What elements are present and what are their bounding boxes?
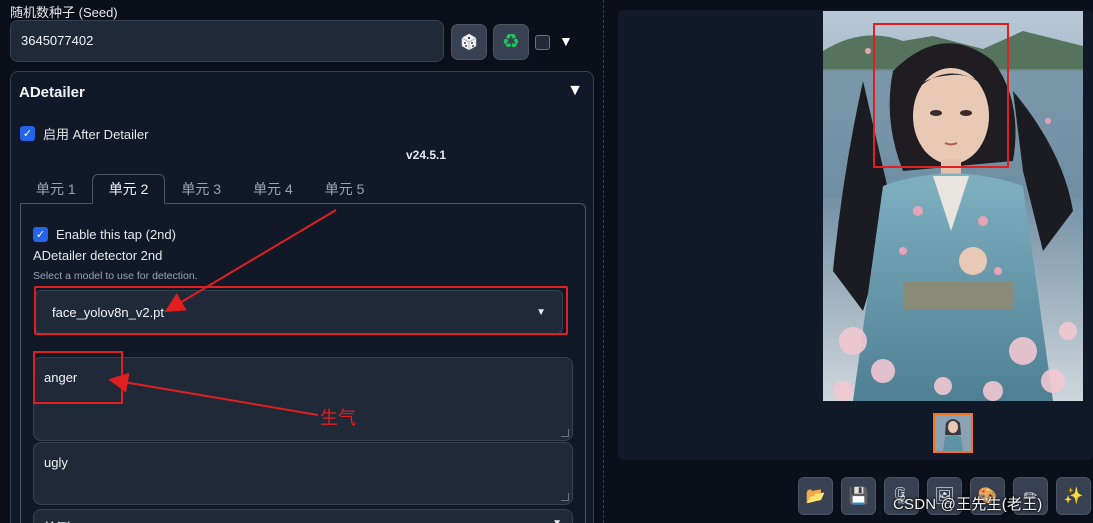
tab-unit-5[interactable]: 单元 5 <box>309 174 381 204</box>
open-folder-button[interactable]: 📂 <box>798 477 833 515</box>
seed-input[interactable]: 3645077402 <box>10 20 444 62</box>
generated-image[interactable] <box>823 11 1083 401</box>
prompt-textarea[interactable]: anger <box>33 357 573 441</box>
detector-label: ADetailer detector 2nd <box>33 248 163 263</box>
output-panel: 📂 💾 🗜 🖼 🎨 ✏ ✨ <box>608 0 1093 523</box>
folder-icon: 📂 <box>805 488 826 505</box>
enable-tap-label: Enable this tap (2nd) <box>56 227 176 242</box>
recycle-icon: ♻ <box>502 31 520 53</box>
watermark: CSDN @王先生(老王) <box>893 496 1043 513</box>
negative-prompt-textarea[interactable]: ugly <box>33 442 573 505</box>
sparkle-icon: ✨ <box>1063 488 1084 505</box>
detector-hint: Select a model to use for detection. <box>33 270 198 282</box>
generate-variation-button[interactable]: ✨ <box>1056 477 1091 515</box>
reuse-seed-button[interactable]: ♻ <box>493 24 529 60</box>
detection-accordion[interactable]: 检测 ▼ <box>33 509 573 523</box>
enable-adetailer-row[interactable]: ✓ 启用 After Detailer <box>20 124 148 143</box>
version-label: v24.5.1 <box>406 148 447 162</box>
unit-tabs: 单元 1 单元 2 单元 3 单元 4 单元 5 <box>20 174 380 204</box>
annotation-label: 生气 <box>320 408 356 429</box>
negative-prompt-text: ugly <box>44 455 68 470</box>
collapse-triangle-icon[interactable]: ▼ <box>567 82 583 100</box>
enable-adetailer-checkbox[interactable]: ✓ <box>20 126 35 141</box>
tab-unit-1[interactable]: 单元 1 <box>20 174 92 204</box>
prompt-text: anger <box>44 370 78 385</box>
gallery-thumbnail[interactable] <box>933 413 973 453</box>
tab-content: ✓ Enable this tap (2nd) ADetailer detect… <box>20 203 586 523</box>
resize-grip-icon[interactable] <box>561 493 569 501</box>
panel-divider <box>603 0 604 523</box>
save-button[interactable]: 💾 <box>841 477 876 515</box>
chevron-down-icon: ▼ <box>552 518 562 523</box>
extra-seed-checkbox[interactable] <box>535 35 550 50</box>
detector-model-select[interactable]: face_yolov8n_v2.pt ▼ <box>35 290 563 334</box>
adetailer-title[interactable]: ADetailer <box>19 84 85 101</box>
image-gallery <box>618 10 1093 460</box>
enable-adetailer-label: 启用 After Detailer <box>43 127 149 142</box>
dropdown-caret-icon: ▼ <box>536 306 546 318</box>
detection-accordion-label: 检测 <box>44 518 70 523</box>
model-select-value: face_yolov8n_v2.pt <box>52 304 165 320</box>
seed-expand-icon[interactable]: ▼ <box>559 33 573 49</box>
enable-tap-row[interactable]: ✓ Enable this tap (2nd) <box>33 227 176 242</box>
tab-unit-3[interactable]: 单元 3 <box>165 174 237 204</box>
random-seed-button[interactable] <box>451 24 487 60</box>
seed-label: 随机数种子 (Seed) <box>10 5 118 20</box>
resize-grip-icon[interactable] <box>561 429 569 437</box>
dice-icon <box>461 33 477 51</box>
tab-unit-2[interactable]: 单元 2 <box>91 174 166 204</box>
adetailer-panel: ADetailer ▼ ✓ 启用 After Detailer v24.5.1 … <box>10 71 594 523</box>
save-icon: 💾 <box>848 488 869 505</box>
enable-tap-checkbox[interactable]: ✓ <box>33 227 48 242</box>
tab-unit-4[interactable]: 单元 4 <box>237 174 309 204</box>
settings-panel: 随机数种子 (Seed) 3645077402 ♻ ▼ ADetailer ▼ … <box>0 0 603 523</box>
